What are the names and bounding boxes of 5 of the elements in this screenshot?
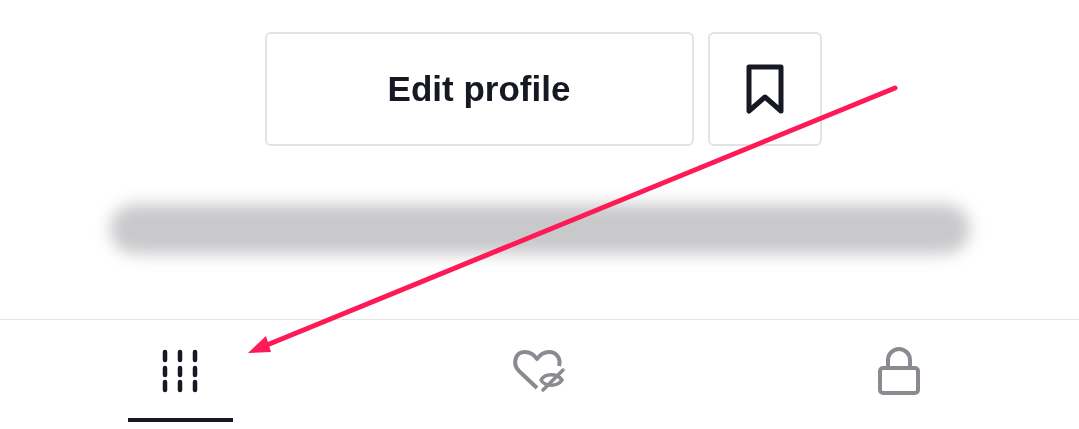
heart-eye-slash-icon [511,348,568,394]
lock-icon [877,346,922,396]
bookmark-button[interactable] [707,32,822,146]
edit-profile-button[interactable]: Edit profile [264,32,694,146]
bookmark-icon [744,63,785,115]
